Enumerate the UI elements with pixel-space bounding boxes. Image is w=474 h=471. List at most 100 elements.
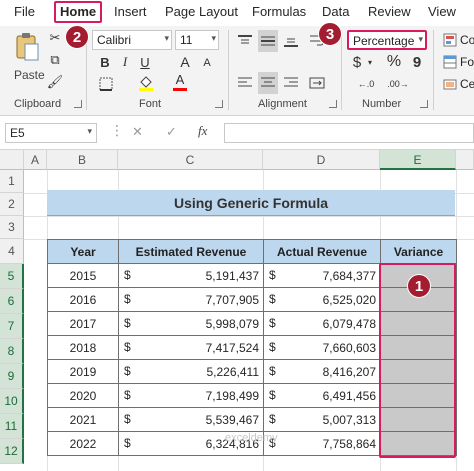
italic-button[interactable]: I xyxy=(118,54,132,70)
column-header-c[interactable]: C xyxy=(118,150,263,170)
tab-file[interactable]: File xyxy=(14,4,35,19)
column-header-b[interactable]: B xyxy=(47,150,118,170)
row-header-4[interactable]: 4 xyxy=(0,239,24,264)
format-as-table-icon[interactable] xyxy=(442,54,458,70)
name-box[interactable]: E5 ▾ xyxy=(5,123,97,143)
tab-data[interactable]: Data xyxy=(322,4,349,19)
merge-center-icon[interactable] xyxy=(308,74,326,92)
align-middle-icon[interactable] xyxy=(258,30,278,52)
year-cell[interactable]: 2021 xyxy=(47,407,119,432)
column-header-f[interactable] xyxy=(456,150,474,170)
row-header-7[interactable]: 7 xyxy=(0,314,24,339)
conditional-formatting-label[interactable]: Co xyxy=(460,33,474,47)
year-cell[interactable]: 2019 xyxy=(47,359,119,384)
percent-style-button[interactable]: % xyxy=(386,53,402,71)
estimated-cell[interactable]: $5,226,411 xyxy=(118,359,264,384)
tab-formulas[interactable]: Formulas xyxy=(252,4,306,19)
decrease-decimal-icon[interactable]: .00→ xyxy=(384,76,412,92)
number-format-combo[interactable]: Percentage ▾ xyxy=(347,30,427,50)
borders-icon[interactable] xyxy=(98,76,114,92)
column-header-d[interactable]: D xyxy=(263,150,380,170)
cut-icon[interactable]: ✂ xyxy=(47,30,63,46)
header-actual-revenue[interactable]: Actual Revenue xyxy=(263,239,381,264)
variance-cell[interactable] xyxy=(380,407,457,432)
cell-styles-label[interactable]: Ce xyxy=(460,77,474,91)
header-year[interactable]: Year xyxy=(47,239,119,264)
bold-button[interactable]: B xyxy=(98,54,112,70)
select-all-corner[interactable] xyxy=(0,150,24,170)
estimated-cell[interactable]: $7,417,524 xyxy=(118,335,264,360)
shrink-font-button[interactable]: A xyxy=(200,56,214,70)
estimated-cell[interactable]: $5,539,467 xyxy=(118,407,264,432)
format-painter-icon[interactable]: 🖌 xyxy=(47,74,64,90)
clipboard-launcher-icon[interactable] xyxy=(74,100,82,108)
insert-function-icon[interactable]: fx xyxy=(198,123,207,139)
font-launcher-icon[interactable] xyxy=(215,100,223,108)
font-color-button[interactable]: A xyxy=(172,73,188,91)
actual-cell[interactable]: $7,660,603 xyxy=(263,335,381,360)
actual-cell[interactable]: $6,525,020 xyxy=(263,287,381,312)
header-variance[interactable]: Variance xyxy=(380,239,457,264)
year-cell[interactable]: 2016 xyxy=(47,287,119,312)
row-header-3[interactable]: 3 xyxy=(0,216,24,239)
cancel-icon[interactable]: ✕ xyxy=(132,124,143,140)
conditional-formatting-icon[interactable] xyxy=(442,32,458,48)
header-estimated-revenue[interactable]: Estimated Revenue xyxy=(118,239,264,264)
estimated-cell[interactable]: $5,998,079 xyxy=(118,311,264,336)
tab-review[interactable]: Review xyxy=(368,4,411,19)
alignment-launcher-icon[interactable] xyxy=(329,100,337,108)
estimated-cell[interactable]: $7,707,905 xyxy=(118,287,264,312)
estimated-cell[interactable]: $5,191,437 xyxy=(118,263,264,288)
row-header-11[interactable]: 11 xyxy=(0,414,24,439)
font-size-combo[interactable]: 11 ▾ xyxy=(175,30,219,50)
row-header-10[interactable]: 10 xyxy=(0,389,24,414)
year-cell[interactable]: 2017 xyxy=(47,311,119,336)
chevron-down-icon[interactable]: ▾ xyxy=(366,56,374,68)
formula-input[interactable] xyxy=(224,123,474,143)
paste-label[interactable]: Paste xyxy=(14,68,45,82)
tab-view[interactable]: View xyxy=(428,4,456,19)
row-header-9[interactable]: 9 xyxy=(0,364,24,389)
comma-style-button[interactable]: 9 xyxy=(410,53,424,71)
year-cell[interactable]: 2018 xyxy=(47,335,119,360)
actual-cell[interactable]: $8,416,207 xyxy=(263,359,381,384)
row-header-6[interactable]: 6 xyxy=(0,289,24,314)
row-header-8[interactable]: 8 xyxy=(0,339,24,364)
actual-cell[interactable]: $7,684,377 xyxy=(263,263,381,288)
increase-decimal-icon[interactable]: ←.0 xyxy=(352,76,380,92)
copy-icon[interactable]: ⧉ xyxy=(47,52,63,68)
row-header-12[interactable]: 12 xyxy=(0,439,24,464)
actual-cell[interactable]: $5,007,313 xyxy=(263,407,381,432)
column-header-e[interactable]: E xyxy=(380,150,456,170)
row-header-5[interactable]: 5 xyxy=(0,264,24,289)
align-top-icon[interactable] xyxy=(236,32,254,50)
actual-cell[interactable]: $7,758,864 xyxy=(263,431,381,456)
variance-cell[interactable] xyxy=(380,335,457,360)
variance-cell[interactable] xyxy=(380,383,457,408)
currency-format-button[interactable]: $ xyxy=(350,53,364,71)
grow-font-button[interactable]: A xyxy=(178,54,192,70)
tab-insert[interactable]: Insert xyxy=(114,4,147,19)
variance-cell[interactable] xyxy=(380,359,457,384)
align-left-icon[interactable] xyxy=(236,74,254,92)
row-header-2[interactable]: 2 xyxy=(0,193,24,216)
paste-icon[interactable] xyxy=(10,30,44,64)
fill-color-icon[interactable] xyxy=(138,74,154,92)
format-as-table-label[interactable]: Fo xyxy=(460,55,474,69)
enter-icon[interactable]: ✓ xyxy=(166,124,177,140)
year-cell[interactable]: 2022 xyxy=(47,431,119,456)
variance-cell[interactable] xyxy=(380,311,457,336)
font-name-combo[interactable]: Calibri ▾ xyxy=(92,30,172,50)
align-right-icon[interactable] xyxy=(282,74,300,92)
tab-page-layout[interactable]: Page Layout xyxy=(165,4,238,19)
year-cell[interactable]: 2020 xyxy=(47,383,119,408)
year-cell[interactable]: 2015 xyxy=(47,263,119,288)
estimated-cell[interactable]: $7,198,499 xyxy=(118,383,264,408)
sheet-title[interactable]: Using Generic Formula xyxy=(47,190,455,216)
worksheet-grid[interactable]: A B C D E 1 2 3 4 5 6 7 8 9 10 11 12 Usi… xyxy=(0,150,474,471)
actual-cell[interactable]: $6,491,456 xyxy=(263,383,381,408)
variance-cell[interactable] xyxy=(380,431,457,456)
column-header-a[interactable]: A xyxy=(24,150,47,170)
align-bottom-icon[interactable] xyxy=(282,32,300,50)
actual-cell[interactable]: $6,079,478 xyxy=(263,311,381,336)
